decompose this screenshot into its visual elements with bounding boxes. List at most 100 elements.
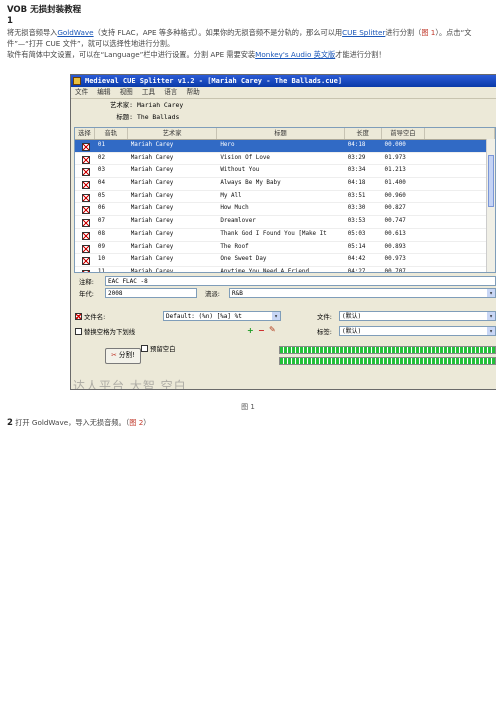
- filename-format-select[interactable]: Default: (%n) [%a] %t: [163, 311, 281, 321]
- track-row[interactable]: 01 Mariah Carey Hero 04:18 00.000: [75, 140, 495, 153]
- progress-fill-total: [280, 358, 495, 364]
- menu-file[interactable]: 文件: [75, 88, 88, 96]
- comment-field[interactable]: EAC FLAC -8: [105, 276, 496, 286]
- genre-select[interactable]: R&B: [229, 288, 496, 298]
- add-icon[interactable]: +: [247, 326, 254, 335]
- underscore-label: 替换空格为下划线: [84, 328, 136, 336]
- window-titlebar[interactable]: Medieval CUE Splitter v1.2 - [Mariah Car…: [71, 75, 496, 87]
- track-artist: Mariah Carey: [130, 154, 174, 161]
- track-title: Dreamlover: [220, 218, 256, 225]
- track-length: 03:30: [347, 205, 366, 212]
- monkeys-audio-link[interactable]: Monkey's Audio 英文版: [255, 50, 335, 59]
- track-row[interactable]: 09 Mariah Carey The Roof 05:14 00.893: [75, 242, 495, 255]
- track-row[interactable]: 10 Mariah Carey One Sweet Day 04:42 00.973: [75, 254, 495, 267]
- col-pregap[interactable]: 前导空白: [382, 128, 426, 139]
- filename-checkbox[interactable]: [75, 313, 82, 320]
- track-select-checkbox[interactable]: [75, 140, 95, 152]
- goldwave-link[interactable]: GoldWave: [57, 28, 93, 37]
- figure-ref-2: 图 2: [129, 418, 144, 427]
- track-artist: Mariah Carey: [130, 192, 174, 199]
- track-title: Thank God I Found You [Make It: [220, 230, 327, 237]
- genre-label: 流派:: [205, 290, 220, 298]
- checked-icon[interactable]: [82, 181, 90, 190]
- track-row[interactable]: 05 Mariah Carey My All 03:51 00.960: [75, 191, 495, 204]
- track-empty-cell: [425, 267, 495, 272]
- track-select-checkbox[interactable]: [75, 229, 95, 241]
- menu-bar: 文件 编辑 视图 工具 语言 帮助: [71, 87, 496, 99]
- track-select-checkbox[interactable]: [75, 216, 95, 228]
- pregap-label: 预留空白: [150, 345, 176, 353]
- track-select-checkbox[interactable]: [75, 191, 95, 203]
- track-rows: 01 Mariah Carey Hero 04:18 00.000 02 Mariah Ca…: [75, 140, 495, 273]
- pregap-checkbox[interactable]: [141, 345, 148, 352]
- tag-label: 标签:: [317, 328, 332, 336]
- track-artist: Mariah Carey: [130, 268, 174, 273]
- col-select[interactable]: 选择: [75, 128, 95, 139]
- track-title: Anytime You Need A Friend: [220, 268, 309, 273]
- cue-splitter-window: Medieval CUE Splitter v1.2 - [Mariah Car…: [70, 74, 496, 390]
- track-title: Without You: [220, 167, 260, 174]
- checked-icon[interactable]: [82, 257, 90, 266]
- checked-icon[interactable]: [82, 143, 90, 151]
- track-row[interactable]: 02 Mariah Carey Vision Of Love 03:29 01.973: [75, 153, 495, 166]
- col-title[interactable]: 标题: [217, 128, 345, 139]
- year-field[interactable]: 2008: [105, 288, 197, 298]
- col-length[interactable]: 长度: [345, 128, 382, 139]
- para1-text-a: 将无损音频导入: [7, 28, 58, 37]
- track-pregap: 00.000: [384, 142, 406, 148]
- para1-text-b: （支持 FLAC，APE 等多种格式）。如果你的无损音频不是分轨的，那么可以用: [93, 28, 343, 37]
- menu-view[interactable]: 视图: [120, 88, 133, 96]
- track-table-scrollbar[interactable]: [486, 139, 495, 272]
- track-select-checkbox[interactable]: [75, 178, 95, 190]
- progress-fill-track: [280, 347, 495, 353]
- paragraph-2: 软件有简体中文设置，可以在“Language”栏中进行设置。分割 APE 需要安…: [7, 49, 493, 60]
- track-row[interactable]: 04 Mariah Carey Always Be My Baby 04:18 01.4…: [75, 178, 495, 191]
- track-select-checkbox[interactable]: [75, 153, 95, 165]
- checked-icon[interactable]: [82, 269, 90, 272]
- menu-help[interactable]: 帮助: [186, 88, 199, 96]
- track-empty-cell: [425, 153, 495, 165]
- scrollbar-thumb[interactable]: [488, 155, 494, 207]
- checked-icon[interactable]: [82, 219, 90, 228]
- track-select-checkbox[interactable]: [75, 165, 95, 177]
- track-title: Always Be My Baby: [220, 180, 281, 187]
- edit-icon[interactable]: ✎: [269, 325, 276, 334]
- artist-value[interactable]: Mariah Carey: [137, 99, 183, 111]
- split-button[interactable]: ✂ 分割!: [105, 348, 141, 364]
- checked-icon[interactable]: [82, 193, 90, 202]
- track-select-checkbox[interactable]: [75, 254, 95, 266]
- col-track[interactable]: 音轨: [95, 128, 128, 139]
- menu-language[interactable]: 语言: [164, 88, 177, 96]
- track-length: 03:29: [347, 154, 366, 161]
- tag-select[interactable]: (默认): [339, 326, 496, 336]
- checked-icon[interactable]: [82, 155, 90, 164]
- track-artist: Mariah Carey: [130, 230, 174, 237]
- menu-tools[interactable]: 工具: [142, 88, 155, 96]
- track-row[interactable]: 03 Mariah Carey Without You 03:34 01.213: [75, 165, 495, 179]
- track-row[interactable]: 11 Mariah Carey Anytime You Need A Friend 0…: [75, 267, 495, 273]
- track-length: 04:18: [347, 180, 366, 187]
- cue-splitter-link[interactable]: CUE Splitter: [342, 28, 385, 37]
- track-select-checkbox[interactable]: [75, 203, 95, 215]
- checked-icon[interactable]: [82, 231, 90, 240]
- track-pregap: 00.973: [384, 256, 406, 263]
- track-row[interactable]: 07 Mariah Carey Dreamlover 03:53 00.747: [75, 216, 495, 229]
- track-number: 04: [97, 180, 106, 187]
- checked-icon[interactable]: [82, 206, 90, 215]
- track-select-checkbox[interactable]: [75, 267, 95, 272]
- track-artist: Mariah Carey: [130, 167, 174, 174]
- figure-ref-1: 图 1: [421, 28, 436, 37]
- track-select-checkbox[interactable]: [75, 242, 95, 254]
- checked-icon[interactable]: [82, 168, 90, 177]
- checked-icon[interactable]: [82, 244, 90, 253]
- track-empty-cell: [425, 242, 495, 254]
- album-title-value[interactable]: The Ballads: [137, 111, 179, 123]
- underscore-checkbox[interactable]: [75, 328, 82, 335]
- remove-icon[interactable]: −: [258, 326, 265, 335]
- file-select[interactable]: (默认): [339, 311, 496, 321]
- track-length: 03:34: [347, 167, 366, 174]
- track-row[interactable]: 08 Mariah Carey Thank God I Found You [Mak…: [75, 229, 495, 242]
- menu-edit[interactable]: 编辑: [97, 88, 110, 96]
- col-artist[interactable]: 艺术家: [128, 128, 218, 139]
- track-row[interactable]: 06 Mariah Carey How Much 03:30 00.827: [75, 203, 495, 217]
